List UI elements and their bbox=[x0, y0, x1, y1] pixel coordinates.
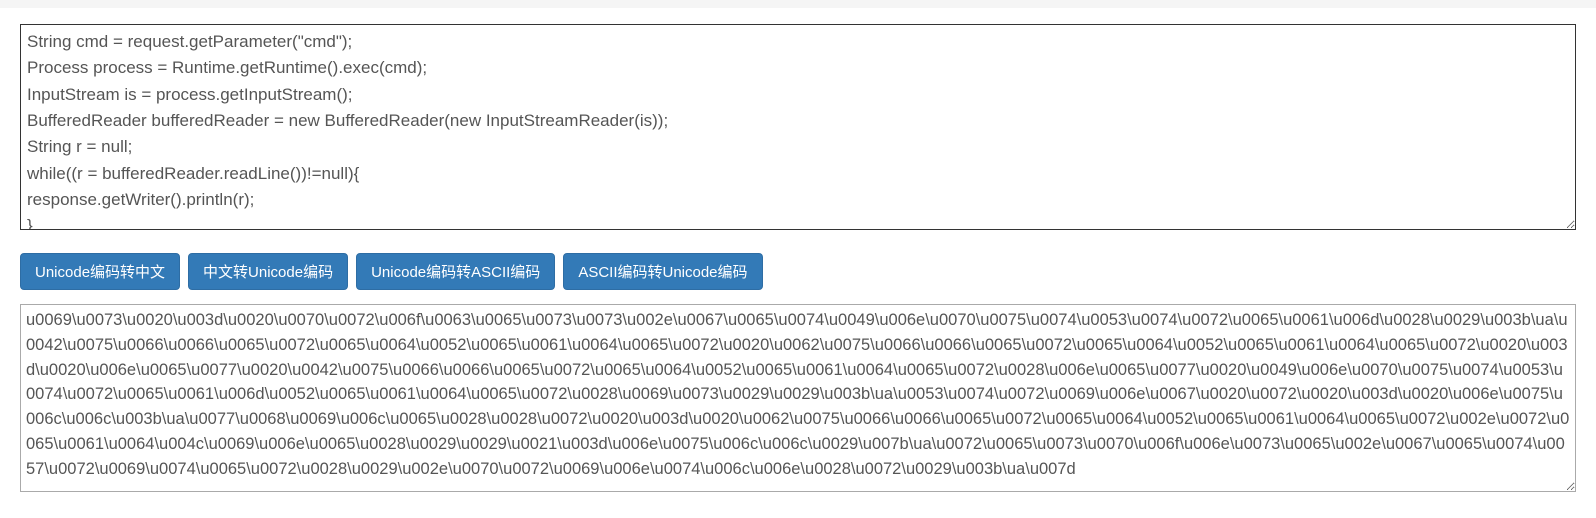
input-textarea[interactable] bbox=[20, 24, 1576, 230]
ascii-to-unicode-button[interactable]: ASCII编码转Unicode编码 bbox=[563, 253, 762, 290]
top-divider bbox=[0, 0, 1596, 8]
unicode-to-ascii-button[interactable]: Unicode编码转ASCII编码 bbox=[356, 253, 555, 290]
button-row: Unicode编码转中文 中文转Unicode编码 Unicode编码转ASCI… bbox=[20, 253, 1576, 290]
chinese-to-unicode-button[interactable]: 中文转Unicode编码 bbox=[188, 253, 348, 290]
output-textarea[interactable] bbox=[20, 304, 1576, 492]
main-container: Unicode编码转中文 中文转Unicode编码 Unicode编码转ASCI… bbox=[0, 8, 1596, 513]
unicode-to-chinese-button[interactable]: Unicode编码转中文 bbox=[20, 253, 180, 290]
